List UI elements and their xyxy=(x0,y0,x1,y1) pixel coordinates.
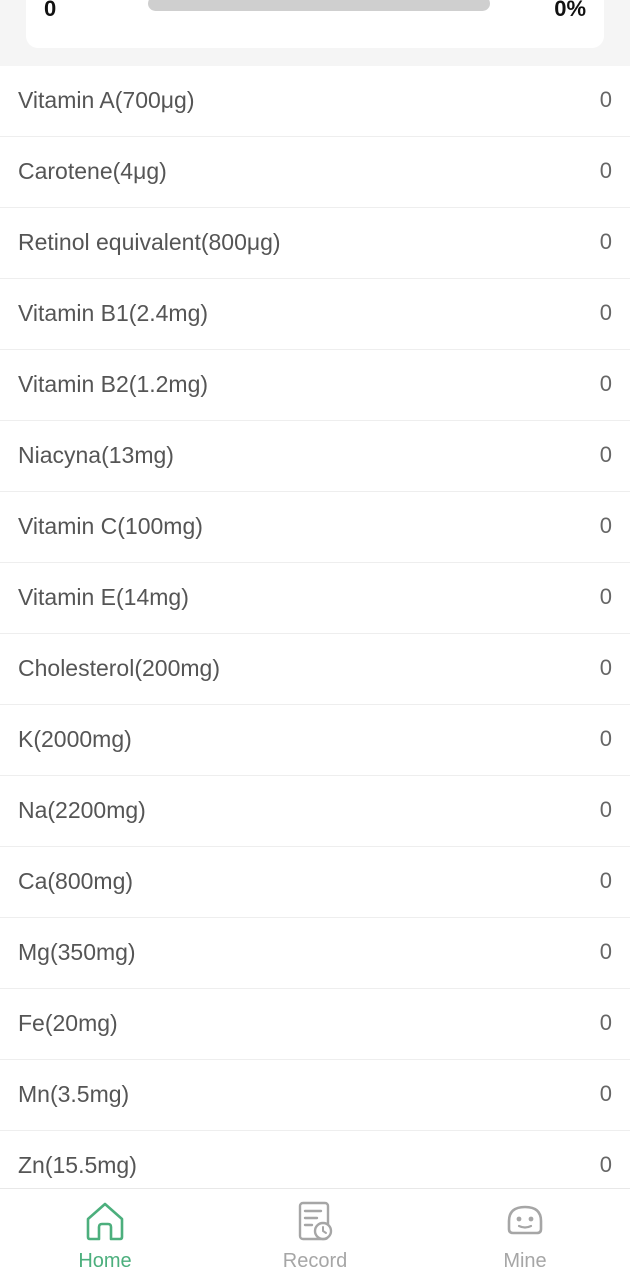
nutrient-row-na[interactable]: Na(2200mg) 0 xyxy=(0,776,630,847)
progress-bar xyxy=(148,0,490,11)
nutrient-value: 0 xyxy=(599,726,612,751)
nutrient-value: 0 xyxy=(599,513,612,538)
summary-card: 0 0% xyxy=(26,0,604,48)
nutrient-row-fe[interactable]: Fe(20mg) 0 xyxy=(0,989,630,1060)
nutrient-row-vitamin-b1[interactable]: Vitamin B1(2.4mg) 0 xyxy=(0,279,630,350)
nutrient-label: Ca(800mg) xyxy=(18,868,134,894)
nutrient-value: 0 xyxy=(599,584,612,609)
nutrient-label: Vitamin E(14mg) xyxy=(18,584,189,610)
nutrient-row-carotene[interactable]: Carotene(4μg) 0 xyxy=(0,137,630,208)
nutrient-value: 0 xyxy=(599,371,612,396)
nutrient-label: Mn(3.5mg) xyxy=(18,1081,130,1107)
nutrient-row-k[interactable]: K(2000mg) 0 xyxy=(0,705,630,776)
home-icon xyxy=(86,1202,124,1241)
nutrient-label: Retinol equivalent(800μg) xyxy=(18,229,281,255)
nutrient-row-vitamin-b2[interactable]: Vitamin B2(1.2mg) 0 xyxy=(0,350,630,421)
tab-home-label: Home xyxy=(78,1250,132,1272)
nutrient-value: 0 xyxy=(599,300,612,325)
nutrient-label: Fe(20mg) xyxy=(18,1010,118,1036)
nutrient-value: 0 xyxy=(599,87,612,112)
nutrient-label: Vitamin B1(2.4mg) xyxy=(18,300,209,326)
nutrient-label: Vitamin B2(1.2mg) xyxy=(18,371,209,397)
tab-mine[interactable]: Mine xyxy=(420,1189,630,1280)
nutrient-label: Mg(350mg) xyxy=(18,939,136,965)
nutrient-list[interactable]: Vitamin A(700μg) 0 Carotene(4μg) 0 Retin… xyxy=(0,66,630,1188)
nutrient-value: 0 xyxy=(599,442,612,467)
nutrient-row-vitamin-c[interactable]: Vitamin C(100mg) 0 xyxy=(0,492,630,563)
nutrient-value: 0 xyxy=(599,1081,612,1106)
tab-home[interactable]: Home xyxy=(0,1189,210,1280)
nutrient-value: 0 xyxy=(599,158,612,183)
nutrient-row-retinol[interactable]: Retinol equivalent(800μg) 0 xyxy=(0,208,630,279)
nutrient-label: Cholesterol(200mg) xyxy=(18,655,220,681)
summary-area: 0 0% xyxy=(0,0,630,66)
nutrient-value: 0 xyxy=(599,1152,612,1177)
bottom-tab-bar: Home Record Mine xyxy=(0,1188,630,1280)
nutrient-value: 0 xyxy=(599,1010,612,1035)
nutrient-row-niacyna[interactable]: Niacyna(13mg) 0 xyxy=(0,421,630,492)
nutrient-label: Vitamin A(700μg) xyxy=(18,87,195,113)
nutrient-label: Niacyna(13mg) xyxy=(18,442,174,468)
nutrient-value: 0 xyxy=(599,229,612,254)
nutrient-label: Zn(15.5mg) xyxy=(18,1152,137,1178)
nutrient-label: K(2000mg) xyxy=(18,726,132,752)
nutrient-label: Vitamin C(100mg) xyxy=(18,513,203,539)
nutrient-label: Na(2200mg) xyxy=(18,797,146,823)
nutrient-value: 0 xyxy=(599,939,612,964)
tab-record-label: Record xyxy=(282,1250,348,1272)
nutrient-row-mn[interactable]: Mn(3.5mg) 0 xyxy=(0,1060,630,1131)
record-icon xyxy=(298,1201,333,1241)
nutrient-value: 0 xyxy=(599,797,612,822)
nutrient-value: 0 xyxy=(599,655,612,680)
nutrient-value: 0 xyxy=(599,868,612,893)
summary-percent: 0% xyxy=(554,0,586,21)
tab-record[interactable]: Record xyxy=(210,1189,420,1280)
nutrient-row-ca[interactable]: Ca(800mg) 0 xyxy=(0,847,630,918)
summary-left-value: 0 xyxy=(44,0,57,21)
tab-mine-label: Mine xyxy=(503,1250,547,1272)
mine-icon xyxy=(507,1205,543,1235)
nutrient-label: Carotene(4μg) xyxy=(18,158,167,184)
nutrient-row-cholesterol[interactable]: Cholesterol(200mg) 0 xyxy=(0,634,630,705)
nutrient-row-vitamin-e[interactable]: Vitamin E(14mg) 0 xyxy=(0,563,630,634)
nutrient-row-zn[interactable]: Zn(15.5mg) 0 xyxy=(0,1131,630,1188)
nutrient-row-mg[interactable]: Mg(350mg) 0 xyxy=(0,918,630,989)
nutrient-row-vitamin-a[interactable]: Vitamin A(700μg) 0 xyxy=(0,66,630,137)
